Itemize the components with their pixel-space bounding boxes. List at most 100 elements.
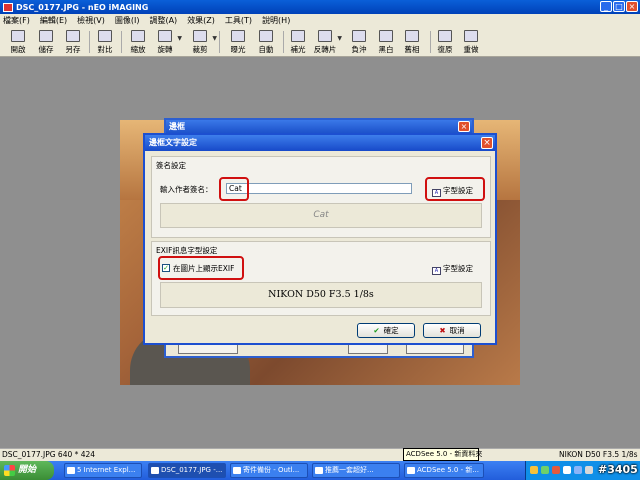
taskbar: 開始 5 Internet Expl... DSC_0177.JPG -... … (0, 461, 640, 480)
chevron-down-icon[interactable]: ▼ (337, 35, 342, 42)
tray-icon[interactable] (552, 466, 560, 474)
browser-icon (315, 467, 323, 474)
toolbar-separator (89, 31, 90, 53)
disk-icon (39, 30, 53, 42)
folder-icon (11, 30, 25, 42)
app-icon (151, 467, 159, 474)
sun-icon (231, 30, 245, 42)
exposure-button[interactable]: 曝光 (224, 30, 252, 55)
status-exif-info: NIKON D50 F3.5 1/8s (559, 450, 638, 459)
cancel-button[interactable]: ✖ 取消 (423, 323, 481, 338)
cross-process-button[interactable]: 負沖 (345, 30, 373, 55)
signature-group: 簽名設定 輸入作者簽名： Cat A 字型設定 Cat (151, 156, 491, 238)
x-icon: ✖ (439, 326, 446, 335)
redo-button[interactable]: 重做 (457, 30, 485, 55)
menu-effects[interactable]: 效果(Z) (187, 15, 215, 26)
rotate-icon (158, 30, 172, 42)
author-label: 輸入作者簽名： (160, 185, 213, 194)
menu-file[interactable]: 檔案(F) (3, 15, 30, 26)
highlight-box (158, 256, 244, 280)
film-icon (318, 30, 332, 42)
crop-button[interactable]: 裁剪 ▼ (186, 30, 217, 55)
taskbar-item-neo[interactable]: DSC_0177.JPG -... (148, 463, 226, 478)
toolbar: 開啟 儲存 另存 對比 縮放 旋轉 ▼ 裁剪 ▼ 曝光 自動 補光 反轉片 ▼ 負沖 … (0, 27, 640, 57)
text-settings-dialog: 邊框文字設定 × 簽名設定 輸入作者簽名： Cat A 字型設定 Cat EXIF… (143, 133, 497, 345)
negative-icon (352, 30, 366, 42)
taskbar-item-acdsee[interactable]: ACDSee 5.0 - 新... (404, 463, 484, 478)
status-file-info: DSC_0177.JPG 640 * 424 (2, 450, 96, 459)
sepia-button[interactable]: 舊相 (398, 30, 426, 55)
reverse-film-button[interactable]: 反轉片 ▼ (311, 30, 342, 55)
menu-edit[interactable]: 編輯(E) (40, 15, 67, 26)
ok-button[interactable]: ✔ 確定 (357, 323, 415, 338)
auto-icon (259, 30, 273, 42)
tray-icon[interactable] (530, 466, 538, 474)
save-button[interactable]: 儲存 (32, 30, 60, 55)
compare-button[interactable]: 對比 (91, 30, 119, 55)
sepia-icon (405, 30, 419, 42)
signature-preview: Cat (160, 203, 482, 228)
status-bar: DSC_0177.JPG 640 * 424 NIKON D50 F3.5 1/… (0, 448, 640, 461)
crop-icon (193, 30, 207, 42)
taskbar-tooltip: ACDSee 5.0 - 新資料夾 (403, 448, 482, 461)
app-icon (3, 2, 13, 12)
disk-pencil-icon (66, 30, 80, 42)
maximize-button[interactable]: □ (613, 1, 625, 12)
rotate-button[interactable]: 旋轉 ▼ (151, 30, 182, 55)
chevron-down-icon[interactable]: ▼ (212, 35, 217, 42)
check-icon: ✔ (373, 326, 380, 335)
toolbar-separator (121, 31, 122, 53)
window-title: DSC_0177.JPG - nEO iMAGING (16, 2, 149, 12)
exif-group-title: EXIF訊息字型設定 (156, 246, 218, 255)
signature-group-title: 簽名設定 (156, 161, 186, 170)
fill-light-button[interactable]: 補光 (284, 30, 312, 55)
menu-adjust[interactable]: 調整(A) (149, 15, 177, 26)
split-view-icon (98, 30, 112, 42)
toolbar-separator (219, 31, 220, 53)
highlight-box (425, 177, 485, 201)
taskbar-item-ie[interactable]: 5 Internet Expl... (64, 463, 142, 478)
windows-logo-icon (4, 465, 15, 476)
author-input[interactable]: Cat (226, 183, 412, 194)
black-white-button[interactable]: 黑白 (372, 30, 400, 55)
taskbar-item-browser[interactable]: 推薦一套超好... (312, 463, 400, 478)
auto-button[interactable]: 自動 (252, 30, 280, 55)
menu-view[interactable]: 檢視(V) (77, 15, 105, 26)
menu-help[interactable]: 說明(H) (262, 15, 290, 26)
tray-icon[interactable] (541, 466, 549, 474)
dialog-title: 邊框文字設定 (145, 135, 495, 151)
menu-tools[interactable]: 工具(T) (225, 15, 252, 26)
close-button[interactable]: × (626, 1, 638, 12)
undo-icon (438, 30, 452, 42)
dialog-close-button[interactable]: × (481, 137, 493, 149)
highlight-box (219, 177, 249, 201)
tray-icon[interactable] (574, 466, 582, 474)
tray-icon[interactable] (563, 466, 571, 474)
exif-preview: NIKON D50 F3.5 1/8s (160, 282, 482, 308)
tray-icon[interactable] (585, 466, 593, 474)
start-button[interactable]: 開始 (0, 461, 54, 480)
redo-icon (464, 30, 478, 42)
taskbar-item-outlook[interactable]: 寄件備份 - Outl... (230, 463, 308, 478)
undo-button[interactable]: 復原 (431, 30, 459, 55)
minimize-button[interactable]: _ (600, 1, 612, 12)
ie-icon (67, 467, 75, 474)
font-icon: A (432, 267, 441, 275)
open-button[interactable]: 開啟 (4, 30, 32, 55)
exif-group: EXIF訊息字型設定 ✓ 在圖片上顯示EXIF A 字型設定 NIKON D50 … (151, 241, 491, 316)
watermark: #3405 (598, 463, 638, 476)
save-as-button[interactable]: 另存 (59, 30, 87, 55)
bulb-icon (291, 30, 305, 42)
chevron-down-icon[interactable]: ▼ (177, 35, 182, 42)
exif-font-button[interactable]: A 字型設定 (432, 263, 473, 275)
border-dialog-close-button[interactable]: × (458, 121, 470, 132)
resize-icon (131, 30, 145, 42)
menu-bar: 檔案(F) 編輯(E) 檢視(V) 圖像(I) 調整(A) 效果(Z) 工具(T… (0, 14, 640, 27)
acdsee-icon (407, 467, 415, 474)
menu-image[interactable]: 圖像(I) (115, 15, 140, 26)
title-bar: DSC_0177.JPG - nEO iMAGING _ □ × (0, 0, 640, 14)
outlook-icon (233, 467, 241, 474)
resize-button[interactable]: 縮放 (124, 30, 152, 55)
bw-icon (379, 30, 393, 42)
border-dialog-title: 邊框 (166, 120, 472, 134)
